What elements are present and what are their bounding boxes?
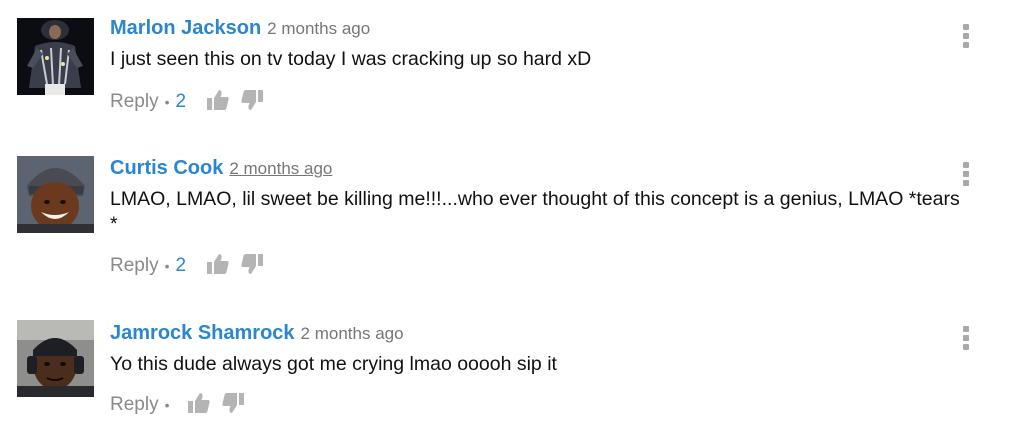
separator-dot: • (164, 94, 170, 110)
thumbs-down-icon[interactable] (240, 88, 264, 112)
comment-text: LMAO, LMAO, lil sweet be killing me!!!..… (110, 188, 960, 235)
comment-timestamp[interactable]: 2 months ago (301, 324, 404, 343)
thumbs-up-icon[interactable] (187, 391, 211, 415)
performer-avatar-icon (17, 18, 94, 95)
comment-actions: Reply • (110, 391, 245, 417)
separator-dot: • (164, 397, 170, 413)
reply-button[interactable]: Reply (110, 91, 159, 112)
comment-text: I just seen this on tv today I was crack… (110, 48, 592, 70)
comment-text: Yo this dude always got me crying lmao o… (110, 353, 557, 375)
headphones-man-avatar-icon (17, 320, 94, 397)
author-name[interactable]: Jamrock Shamrock (110, 322, 295, 344)
separator-dot: • (164, 258, 170, 274)
author-name[interactable]: Marlon Jackson (110, 17, 261, 39)
thumbs-down-icon[interactable] (221, 391, 245, 415)
comment-header: Jamrock Shamrock 2 months ago (110, 319, 960, 347)
comment-menu-button[interactable] (958, 24, 974, 48)
like-count: 2 (175, 91, 187, 112)
avatar[interactable] (17, 18, 94, 95)
comment-timestamp[interactable]: 2 months ago (229, 159, 332, 178)
comments-list: Marlon Jackson 2 months ago I just seen t… (0, 0, 1024, 430)
reply-button[interactable]: Reply (110, 255, 159, 276)
smiling-man-avatar-icon (17, 156, 94, 233)
author-name[interactable]: Curtis Cook (110, 157, 223, 179)
like-count: 2 (175, 255, 187, 276)
comment-timestamp[interactable]: 2 months ago (267, 19, 370, 38)
avatar[interactable] (17, 156, 94, 233)
comment-header: Curtis Cook 2 months ago (110, 154, 960, 182)
comment-actions: Reply • 2 (110, 88, 264, 114)
thumbs-up-icon[interactable] (206, 252, 230, 276)
thumbs-down-icon[interactable] (240, 252, 264, 276)
comment-item: Marlon Jackson 2 months ago I just seen t… (0, 0, 1024, 130)
comment-menu-button[interactable] (958, 162, 974, 186)
comment-item: Jamrock Shamrock 2 months ago Yo this dud… (0, 305, 1024, 430)
comment-header: Marlon Jackson 2 months ago (110, 14, 960, 42)
comment-menu-button[interactable] (958, 326, 974, 350)
avatar[interactable] (17, 320, 94, 397)
comment-actions: Reply • 2 (110, 252, 264, 278)
comment-item: Curtis Cook 2 months ago LMAO, LMAO, lil … (0, 140, 1024, 290)
thumbs-up-icon[interactable] (206, 88, 230, 112)
reply-button[interactable]: Reply (110, 394, 159, 415)
